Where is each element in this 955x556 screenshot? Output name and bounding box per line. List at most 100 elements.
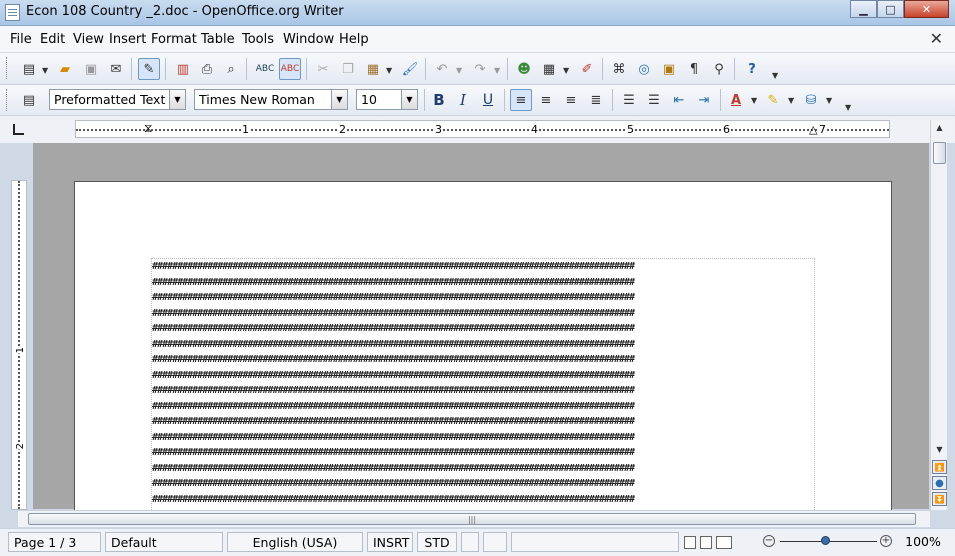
- insert-mode-indicator[interactable]: INSRT: [367, 532, 413, 552]
- document-text-area[interactable]: ########################################…: [151, 258, 815, 520]
- redo-icon[interactable]: ↷: [469, 58, 491, 80]
- horizontal-scroll-thumb[interactable]: |||: [28, 513, 916, 525]
- multi-page-view-icon[interactable]: [700, 535, 712, 549]
- undo-dropdown-arrow[interactable]: ▼: [456, 66, 462, 75]
- highlighting-icon[interactable]: ✎: [762, 89, 784, 111]
- horizontal-scrollbar[interactable]: |||: [18, 510, 930, 527]
- align-right-icon[interactable]: ≡: [560, 89, 582, 111]
- email-document-icon[interactable]: ✉: [105, 58, 127, 80]
- spellcheck-icon[interactable]: ABC: [254, 58, 276, 80]
- redo-dropdown-arrow[interactable]: ▼: [494, 66, 500, 75]
- next-page-icon[interactable]: ⏬: [932, 492, 947, 506]
- close-window-button[interactable]: ✕: [904, 0, 949, 18]
- bullets-icon[interactable]: ☰: [643, 89, 665, 111]
- digital-signature-indicator[interactable]: [483, 532, 507, 552]
- undo-icon[interactable]: ↶: [431, 58, 453, 80]
- menu-file[interactable]: File: [10, 32, 32, 47]
- styles-formatting-icon[interactable]: ▤: [18, 89, 40, 111]
- gallery-icon[interactable]: ▣: [658, 58, 680, 80]
- page-preview-icon[interactable]: ⌕: [220, 58, 242, 80]
- page-style-indicator[interactable]: Default: [105, 532, 223, 552]
- formatting-marks-icon[interactable]: ¶: [683, 58, 705, 80]
- new-dropdown-arrow[interactable]: ▼: [42, 66, 48, 75]
- scroll-up-icon[interactable]: ▲: [932, 120, 947, 135]
- tab-type-selector[interactable]: [13, 124, 24, 135]
- selection-mode-indicator[interactable]: STD: [417, 532, 457, 552]
- font-name-select[interactable]: Times New Roman ▼: [194, 89, 348, 110]
- highlighting-dropdown-arrow[interactable]: ▼: [788, 96, 794, 105]
- toolbar-grip[interactable]: [6, 57, 9, 79]
- single-page-view-icon[interactable]: [684, 535, 696, 549]
- zoom-level[interactable]: 100%: [898, 532, 948, 552]
- open-folder-icon[interactable]: ▰: [54, 58, 76, 80]
- paste-dropdown-arrow[interactable]: ▼: [386, 66, 392, 75]
- right-indent-marker[interactable]: △: [809, 123, 817, 136]
- clone-formatting-icon[interactable]: 🖌︎: [399, 58, 421, 80]
- decrease-indent-icon[interactable]: ⇤: [668, 89, 690, 111]
- autospellcheck-icon[interactable]: ABC: [279, 58, 301, 80]
- background-color-dropdown-arrow[interactable]: ▼: [826, 96, 832, 105]
- find-replace-icon[interactable]: ⌘: [608, 58, 630, 80]
- new-document-icon[interactable]: ▤: [18, 58, 40, 80]
- toolbar-grip[interactable]: [6, 89, 9, 111]
- vertical-ruler[interactable]: 1 2: [11, 180, 27, 510]
- export-pdf-icon[interactable]: ▥: [172, 58, 194, 80]
- zoom-icon[interactable]: ⚲: [708, 58, 730, 80]
- toolbar-options-arrow[interactable]: ▼: [772, 71, 778, 80]
- navigation-icon[interactable]: ●: [932, 476, 947, 490]
- chevron-down-icon[interactable]: ▼: [169, 90, 185, 109]
- table-icon[interactable]: ▦: [538, 58, 560, 80]
- edit-file-icon[interactable]: ✎: [138, 58, 160, 80]
- language-indicator[interactable]: English (USA): [227, 532, 363, 552]
- font-color-icon[interactable]: A: [725, 89, 747, 111]
- document-page[interactable]: ########################################…: [74, 181, 892, 521]
- menu-view[interactable]: View: [73, 32, 104, 47]
- zoom-slider-knob[interactable]: [821, 536, 830, 545]
- copy-icon[interactable]: ❐: [337, 58, 359, 80]
- zoom-in-icon[interactable]: +: [880, 535, 892, 547]
- menu-format[interactable]: Format: [151, 32, 197, 47]
- menu-insert[interactable]: Insert: [109, 32, 146, 47]
- table-dropdown-arrow[interactable]: ▼: [563, 66, 569, 75]
- paragraph-style-select[interactable]: Preformatted Text ▼: [49, 89, 186, 110]
- navigator-icon[interactable]: ◎: [633, 58, 655, 80]
- paste-icon[interactable]: ▦: [362, 58, 384, 80]
- menu-table[interactable]: Table: [201, 32, 235, 47]
- menu-tools[interactable]: Tools: [242, 32, 274, 47]
- page-indicator[interactable]: Page 1 / 3: [8, 532, 101, 552]
- scroll-down-icon[interactable]: ▼: [932, 442, 947, 457]
- chevron-down-icon[interactable]: ▼: [331, 90, 347, 109]
- numbering-icon[interactable]: ☰: [618, 89, 640, 111]
- document-modified-indicator[interactable]: [461, 532, 479, 552]
- chevron-down-icon[interactable]: ▼: [401, 90, 417, 109]
- show-draw-functions-icon[interactable]: ✐: [576, 58, 598, 80]
- print-icon[interactable]: ⎙: [196, 58, 218, 80]
- close-document-button[interactable]: ✕: [930, 29, 943, 48]
- font-color-dropdown-arrow[interactable]: ▼: [751, 96, 757, 105]
- align-left-icon[interactable]: ≡: [510, 89, 532, 111]
- menu-help[interactable]: Help: [339, 32, 369, 47]
- zoom-out-icon[interactable]: −: [763, 535, 775, 547]
- save-icon[interactable]: ▣: [80, 58, 102, 80]
- previous-page-icon[interactable]: ⏫: [932, 460, 947, 474]
- menu-window[interactable]: Window: [283, 32, 334, 47]
- italic-button[interactable]: I: [452, 89, 474, 111]
- background-color-icon[interactable]: ⛁: [800, 89, 822, 111]
- toolbar-options-arrow[interactable]: ▼: [845, 103, 851, 112]
- cut-icon[interactable]: ✂: [312, 58, 334, 80]
- vertical-scrollbar[interactable]: ▲ ▼ ⏫ ● ⏬: [930, 120, 947, 510]
- font-size-select[interactable]: 10 ▼: [356, 89, 418, 110]
- book-view-icon[interactable]: [716, 535, 732, 549]
- horizontal-ruler[interactable]: ⧖ 1 2 3 4 5 6 7 △: [75, 120, 890, 138]
- minimize-button[interactable]: ▁: [850, 0, 877, 18]
- maximize-button[interactable]: □: [877, 0, 904, 18]
- help-icon[interactable]: ?: [741, 58, 763, 80]
- menu-edit[interactable]: Edit: [40, 32, 65, 47]
- justify-icon[interactable]: ≣: [585, 89, 607, 111]
- underline-button[interactable]: U: [477, 89, 499, 111]
- align-center-icon[interactable]: ≡: [535, 89, 557, 111]
- increase-indent-icon[interactable]: ⇥: [693, 89, 715, 111]
- hyperlink-icon[interactable]: ☻: [513, 58, 535, 80]
- bold-button[interactable]: B: [428, 89, 450, 111]
- left-indent-marker[interactable]: ⧖: [144, 121, 152, 136]
